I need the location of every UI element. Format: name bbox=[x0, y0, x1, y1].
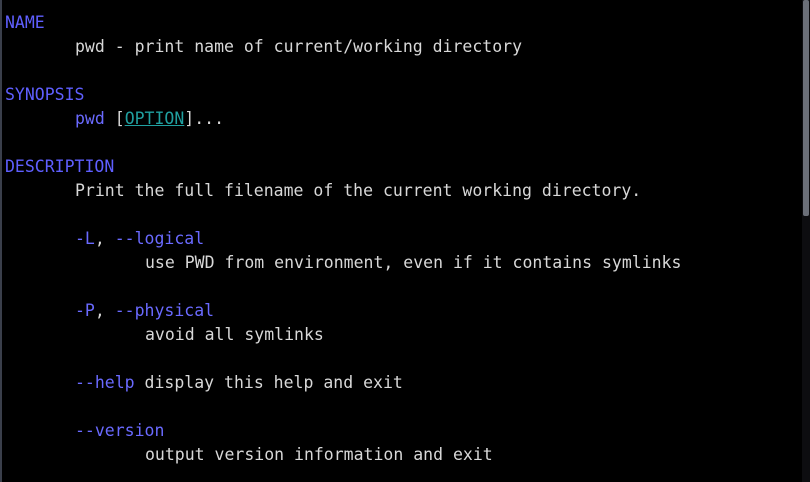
option-physical: -P, --physical bbox=[75, 299, 214, 323]
option-help-description: display this help and exit bbox=[134, 373, 403, 392]
synopsis-bracket-close: ]... bbox=[184, 109, 225, 128]
terminal-window[interactable]: NAME pwd - print name of current/working… bbox=[0, 0, 810, 482]
option-separator: , bbox=[94, 301, 115, 320]
option-long: --version bbox=[75, 421, 165, 440]
option-long: --logical bbox=[114, 229, 205, 248]
synopsis-command: pwd bbox=[75, 109, 105, 128]
option-long: --help bbox=[75, 373, 135, 392]
synopsis-heading: SYNOPSIS bbox=[5, 85, 85, 104]
description-text: Print the full filename of the current w… bbox=[75, 181, 642, 200]
option-short: -L bbox=[75, 229, 95, 248]
option-logical-description: use PWD from environment, even if it con… bbox=[145, 253, 682, 272]
synopsis-option-arg: OPTION bbox=[124, 109, 185, 128]
name-heading: NAME bbox=[5, 13, 45, 32]
option-separator: , bbox=[94, 229, 115, 248]
name-description: pwd - print name of current/working dire… bbox=[75, 37, 523, 56]
scrollbar-thumb[interactable] bbox=[803, 0, 809, 216]
option-logical: -L, --logical bbox=[75, 227, 204, 251]
option-version: --version bbox=[75, 419, 164, 443]
option-long: --physical bbox=[114, 301, 215, 320]
option-version-description: output version information and exit bbox=[145, 445, 493, 464]
option-physical-description: avoid all symlinks bbox=[145, 325, 324, 344]
description-heading: DESCRIPTION bbox=[5, 157, 115, 176]
option-help: --help display this help and exit bbox=[75, 371, 403, 395]
scrollbar-track[interactable] bbox=[802, 0, 810, 482]
option-short: -P bbox=[75, 301, 95, 320]
synopsis-bracket-open: [ bbox=[104, 109, 125, 128]
synopsis-line: pwd [OPTION]... bbox=[75, 107, 224, 131]
